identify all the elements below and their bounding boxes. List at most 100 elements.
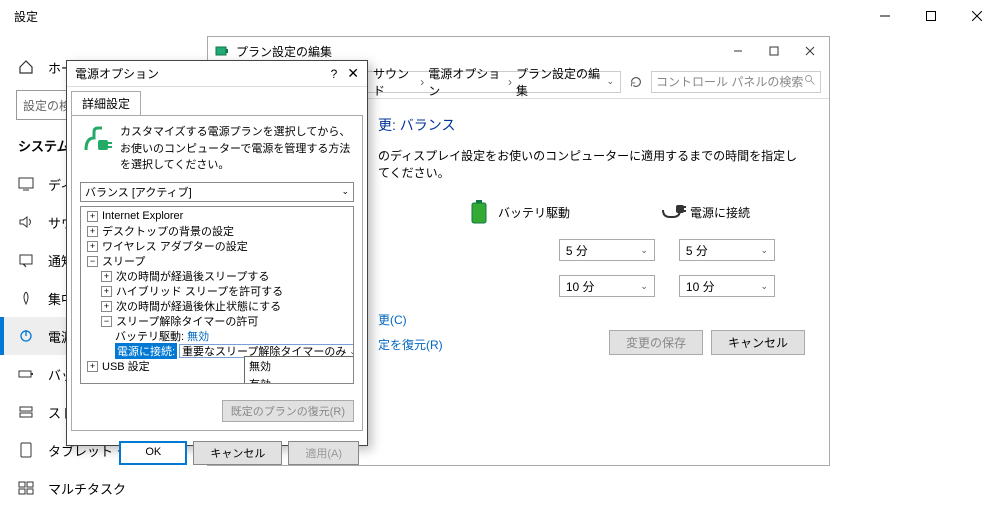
tree-label: スリープ xyxy=(102,253,145,269)
cpl-heading: 更: バランス xyxy=(378,115,799,135)
display-off-plugged-dropdown[interactable]: 5 分 ⌄ xyxy=(679,239,775,261)
tree-label: デスクトップの背景の設定 xyxy=(102,223,234,239)
sleep-battery-dropdown[interactable]: 10 分 ⌄ xyxy=(559,275,655,297)
plan-value: バランス [アクティブ] xyxy=(85,184,192,200)
battery-value-link[interactable]: 無効 xyxy=(187,328,209,344)
tree-item-hybrid[interactable]: + ハイブリッド スリープを許可する xyxy=(83,284,351,299)
tree-item-sleep[interactable]: −スリープ xyxy=(83,254,351,269)
settings-tree[interactable]: + Internet Explorer + デスクトップの背景の設定 + ワイヤレス … xyxy=(80,206,354,384)
sidebar-label: マルチタスク xyxy=(48,479,126,498)
expand-icon[interactable]: + xyxy=(101,271,112,282)
sidebar-item-multitask[interactable]: マルチタスク xyxy=(0,469,210,507)
cpl-close-button[interactable] xyxy=(793,40,827,62)
tree-label: ハイブリッド スリープを許可する xyxy=(116,283,283,299)
wake-timer-dropdown-popup[interactable]: 無効 有効 重要なスリープ解除タイマーのみ xyxy=(244,356,354,384)
apply-button[interactable]: 適用(A) xyxy=(288,441,359,465)
chevron-down-icon: ⌄ xyxy=(640,281,648,292)
cpl-maximize-button[interactable] xyxy=(757,40,791,62)
tree-item-wireless[interactable]: + ワイヤレス アダプターの設定 xyxy=(83,239,351,254)
cpl-minimize-button[interactable] xyxy=(721,40,755,62)
pwr-titlebar[interactable]: 電源オプション ? ✕ xyxy=(67,61,367,87)
plugged-column-header: 電源に接続 xyxy=(660,199,750,225)
settings-title: 設定 xyxy=(14,8,38,25)
tree-item-ie[interactable]: + Internet Explorer xyxy=(83,209,351,224)
expand-icon[interactable]: + xyxy=(87,226,98,237)
display-icon xyxy=(18,176,34,192)
cpl-search[interactable]: コントロール パネルの検索 xyxy=(651,71,821,93)
breadcrumb-item[interactable]: サウンド xyxy=(373,65,416,99)
collapse-icon[interactable]: − xyxy=(101,316,112,327)
expand-icon[interactable]: + xyxy=(87,361,98,372)
dd-value: 10 分 xyxy=(686,278,715,295)
search-placeholder: コントロール パネルの検索 xyxy=(656,73,803,90)
breadcrumb[interactable]: サウンド › 電源オプション › プラン設定の編集 ⌄ xyxy=(366,71,621,93)
breadcrumb-item[interactable]: 電源オプション xyxy=(428,65,504,99)
tree-label: スリープ解除タイマーの許可 xyxy=(116,313,258,329)
tree-label: Internet Explorer xyxy=(102,210,183,222)
chevron-down-icon: ⌄ xyxy=(760,281,768,292)
dd-value: 5 分 xyxy=(566,242,588,259)
expand-icon[interactable]: + xyxy=(101,301,112,312)
collapse-icon[interactable]: − xyxy=(87,256,98,267)
close-button[interactable]: ✕ xyxy=(347,65,359,82)
dropdown-option[interactable]: 無効 xyxy=(245,357,354,375)
plug-icon xyxy=(660,199,682,225)
notifications-icon xyxy=(18,252,34,268)
tree-item-hibernate[interactable]: +次の時間が経過後休止状態にする xyxy=(83,299,351,314)
display-off-battery-dropdown[interactable]: 5 分 ⌄ xyxy=(559,239,655,261)
close-button[interactable] xyxy=(954,0,1000,32)
power-icon xyxy=(18,328,34,344)
cancel-button[interactable]: キャンセル xyxy=(711,330,805,355)
power-plan-icon xyxy=(214,43,230,59)
tree-label-selected: 電源に接続: xyxy=(115,343,177,359)
chevron-right-icon: › xyxy=(508,75,512,89)
tree-label: USB 設定 xyxy=(102,358,150,374)
tree-item-desktop[interactable]: + デスクトップの背景の設定 xyxy=(83,224,351,239)
col1-label: バッテリ駆動 xyxy=(498,204,570,221)
multitask-icon xyxy=(18,480,34,496)
tablet-icon xyxy=(18,442,34,458)
ok-button[interactable]: OK xyxy=(119,441,187,465)
settings-titlebar: 設定 xyxy=(0,0,1000,32)
refresh-button[interactable] xyxy=(625,71,647,93)
tree-label: ワイヤレス アダプターの設定 xyxy=(102,238,248,254)
advanced-tab[interactable]: 詳細設定 xyxy=(71,91,141,115)
tree-item-wake-battery[interactable]: バッテリ駆動: 無効 xyxy=(83,329,351,344)
sleep-plugged-dropdown[interactable]: 10 分 ⌄ xyxy=(679,275,775,297)
dd-value: 5 分 xyxy=(686,242,708,259)
chevron-down-icon: ⌄ xyxy=(349,347,354,356)
battery-icon xyxy=(18,366,34,382)
tree-item-sleep-after[interactable]: + 次の時間が経過後スリープする xyxy=(83,269,351,284)
battery-icon xyxy=(468,199,490,225)
sound-icon xyxy=(18,214,34,230)
restore-defaults-button[interactable]: 既定のプランの復元(R) xyxy=(222,400,354,422)
tree-item-wake-timer[interactable]: −スリープ解除タイマーの許可 xyxy=(83,314,351,329)
tree-label: 次の時間が経過後スリープする xyxy=(116,268,269,284)
tree-label: バッテリ駆動: xyxy=(115,328,184,344)
expand-icon[interactable]: + xyxy=(101,286,112,297)
cpl-description: のディスプレイ設定をお使いのコンピューターに適用するまでの時間を指定してください… xyxy=(378,147,799,181)
dd-value: 10 分 xyxy=(566,278,595,295)
maximize-button[interactable] xyxy=(908,0,954,32)
power-plug-icon xyxy=(80,124,112,156)
save-changes-button[interactable]: 変更の保存 xyxy=(609,330,703,355)
plan-dropdown[interactable]: バランス [アクティブ]⌄ xyxy=(80,182,354,202)
pwr-title: 電源オプション xyxy=(75,65,159,82)
chevron-down-icon: ⌄ xyxy=(760,245,768,256)
cpl-title: プラン設定の編集 xyxy=(236,43,332,60)
expand-icon[interactable]: + xyxy=(87,211,98,222)
home-icon xyxy=(18,59,34,75)
chevron-down-icon: ⌄ xyxy=(640,245,648,256)
battery-column-header: バッテリ駆動 xyxy=(468,199,570,225)
chevron-down-icon[interactable]: ⌄ xyxy=(606,76,614,87)
storage-icon xyxy=(18,404,34,420)
expand-icon[interactable]: + xyxy=(87,241,98,252)
breadcrumb-item[interactable]: プラン設定の編集 xyxy=(516,65,603,99)
focus-icon xyxy=(18,290,34,306)
dropdown-option[interactable]: 有効 xyxy=(245,375,354,384)
help-button[interactable]: ? xyxy=(331,67,338,81)
cancel-button[interactable]: キャンセル xyxy=(193,441,282,465)
col2-label: 電源に接続 xyxy=(690,204,750,221)
minimize-button[interactable] xyxy=(862,0,908,32)
advanced-settings-link[interactable]: 更(C) xyxy=(378,311,799,328)
